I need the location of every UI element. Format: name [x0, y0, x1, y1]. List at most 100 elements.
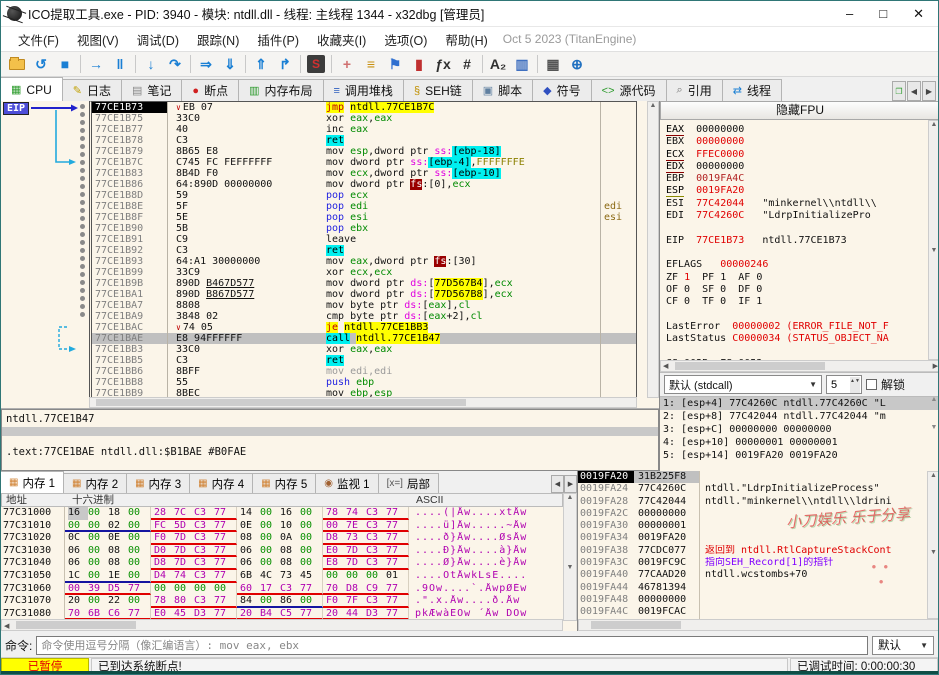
dump-byte[interactable]: 77 [214, 532, 234, 543]
tab-线程[interactable]: ⇄ 线程 [721, 79, 782, 101]
dump-byte[interactable]: 00 [128, 507, 148, 520]
dump-byte[interactable]: E0 [326, 545, 346, 556]
dump-byte[interactable]: C3 [194, 532, 214, 543]
register-line[interactable]: EIP 77CE1B73 ntdll.77CE1B73 [666, 235, 929, 247]
breakpoint-dot[interactable] [79, 208, 85, 213]
dump-byte[interactable]: 77 [386, 557, 406, 568]
disasm-address[interactable]: 77CE1BAE [92, 333, 168, 344]
dump-address[interactable]: 77C31060 [1, 582, 65, 596]
disasm-row[interactable]: 77CE1B99 33C9 xor ecx,ecx [92, 267, 636, 278]
dump-byte[interactable]: 4C [260, 570, 280, 583]
disasm-row[interactable]: 77CE1B7C C745 FC FEFFFFFF mov dword ptr ss… [92, 157, 636, 168]
disasm-address[interactable]: 77CE1BB8 [92, 377, 168, 388]
dump-byte[interactable]: 22 [108, 595, 128, 608]
stack-row[interactable]: 0019FA28 77C42044 ntdll."minkernel\\ntdll\… [578, 495, 938, 508]
dump-byte[interactable]: 74 [346, 507, 366, 518]
step-over-icon[interactable]: ↷ [163, 53, 187, 75]
dump-byte[interactable]: 73 [346, 532, 366, 543]
dump-byte[interactable]: E0 [154, 608, 174, 619]
dump-tab-内存 2[interactable]: ▦ 内存 2 [63, 473, 128, 493]
dump-byte[interactable]: 0A [280, 532, 300, 545]
dump-byte[interactable]: 70 [68, 608, 88, 619]
dump-byte[interactable]: C3 [366, 532, 386, 543]
dump-byte[interactable]: D3 [366, 608, 386, 619]
command-mode-select[interactable]: 默认 ▼ [872, 635, 934, 655]
trace-over-icon[interactable]: ⇓ [218, 53, 242, 75]
stack-row[interactable]: 0019FA48 00000000 [578, 593, 938, 607]
dump-byte[interactable]: C5 [280, 608, 300, 619]
register-line[interactable] [666, 247, 929, 259]
dump-byte[interactable]: D0 [154, 545, 174, 556]
dump-byte[interactable]: D4 [154, 570, 174, 581]
stack-address[interactable]: 0019FA40 [578, 569, 634, 581]
dump-byte[interactable]: D8 [346, 583, 366, 594]
dump-byte[interactable]: 06 [240, 557, 260, 570]
menu-item-收藏夹[interactable]: 收藏夹(I) [308, 28, 375, 51]
menu-item-调试[interactable]: 调试(D) [128, 28, 188, 51]
dump-byte[interactable]: C3 [194, 570, 214, 581]
args-vscrollbar[interactable]: ▲ ▼ [928, 396, 938, 471]
dump-byte[interactable]: 77 [386, 532, 406, 543]
dump-byte[interactable]: 7D [346, 557, 366, 568]
console-icon[interactable]: ▥ [510, 53, 534, 75]
stack-address[interactable]: 0019FA44 [578, 582, 634, 594]
dump-byte[interactable]: 86 [280, 595, 300, 606]
disasm-row[interactable]: 77CE1B78 C3 ret [92, 135, 636, 146]
disasm-address[interactable]: 77CE1B8D [92, 190, 168, 201]
dump-byte[interactable]: 77 [214, 507, 234, 518]
tab-日志[interactable]: ✎ 日志 [61, 79, 122, 101]
register-line[interactable]: EBX 00000000 [666, 136, 929, 148]
breakpoint-dot[interactable] [79, 168, 85, 173]
unlock-checkbox[interactable] [866, 379, 877, 390]
dump-byte[interactable]: 78 [326, 507, 346, 518]
disasm-address[interactable]: 77CE1B99 [92, 267, 168, 278]
dump-tab-内存 5[interactable]: ▦ 内存 5 [252, 473, 317, 493]
dump-byte[interactable]: 00 [88, 507, 108, 520]
dump-byte[interactable]: 0C [68, 532, 88, 545]
arg-row[interactable]: 5: [esp+14] 0019FA20 0019FA20 [660, 449, 938, 462]
dump-byte[interactable]: 1C [68, 570, 88, 581]
stack-address[interactable]: 0019FA34 [578, 532, 634, 544]
stack-address[interactable]: 0019FA3C [578, 557, 634, 569]
stack-address[interactable]: 0019FA28 [578, 496, 634, 508]
internet-icon[interactable]: ⊕ [565, 53, 589, 75]
menu-item-插件[interactable]: 插件(P) [248, 28, 308, 51]
dump-byte[interactable]: 78 [154, 595, 174, 606]
stack-address[interactable]: 0019FA4C [578, 606, 634, 618]
disasm-address[interactable]: 77CE1B91 [92, 234, 168, 245]
dump-byte[interactable]: 77 [214, 545, 234, 556]
dump-byte[interactable]: 00 [88, 557, 108, 570]
dump-byte[interactable]: C3 [366, 595, 386, 606]
dump-byte[interactable]: 28 [154, 507, 174, 518]
dump-tab-局部[interactable]: [x=] 局部 [377, 473, 439, 493]
dump-byte[interactable]: 00 [326, 520, 346, 531]
dump-byte[interactable]: 00 [260, 507, 280, 520]
dump-tab-内存 3[interactable]: ▦ 内存 3 [126, 473, 191, 493]
dump-byte[interactable]: 20 [326, 608, 346, 619]
disasm-address[interactable]: 77CE1B78 [92, 135, 168, 146]
dump-tab-监视 1[interactable]: ◉ 监视 1 [315, 473, 379, 493]
dump-byte[interactable]: 74 [174, 570, 194, 581]
dump-byte[interactable]: 18 [108, 507, 128, 520]
arg-row[interactable]: 1: [esp+4] 77C4260C ntdll.77C4260C "L [660, 397, 938, 410]
dump-byte[interactable]: 16 [68, 507, 88, 520]
disasm-row[interactable]: 77CE1BA7 8808 mov byte ptr ds:[eax],cl [92, 300, 636, 311]
disasm-address[interactable]: 77CE1B93 [92, 256, 168, 267]
dump-byte[interactable]: 00 [194, 583, 214, 596]
dump-tab-scroll-right[interactable]: ▶ [564, 475, 577, 493]
disasm-address[interactable]: 77CE1B8F [92, 212, 168, 223]
dump-byte[interactable]: D3 [194, 608, 214, 619]
disasm-row[interactable]: 77CE1B9B 890D B467D577 mov dword ptr ds:[7… [92, 278, 636, 289]
register-line[interactable]: EFLAGS 00000246 [666, 259, 929, 271]
dump-byte[interactable]: 73 [280, 570, 300, 583]
open-file-icon[interactable] [5, 53, 29, 75]
dump-byte[interactable]: 00 [68, 520, 88, 531]
dump-byte[interactable]: C3 [280, 583, 300, 594]
dump-byte[interactable]: C3 [194, 507, 214, 518]
breakpoint-dot[interactable] [79, 120, 85, 125]
disasm-row[interactable]: 77CE1BA1 890D B867D577 mov dword ptr ds:[7… [92, 289, 636, 300]
dump-byte[interactable]: 06 [240, 545, 260, 558]
dump-byte[interactable]: 00 [128, 570, 148, 581]
dump-byte[interactable]: 00 [88, 570, 108, 581]
dump-byte[interactable]: 5D [174, 520, 194, 531]
